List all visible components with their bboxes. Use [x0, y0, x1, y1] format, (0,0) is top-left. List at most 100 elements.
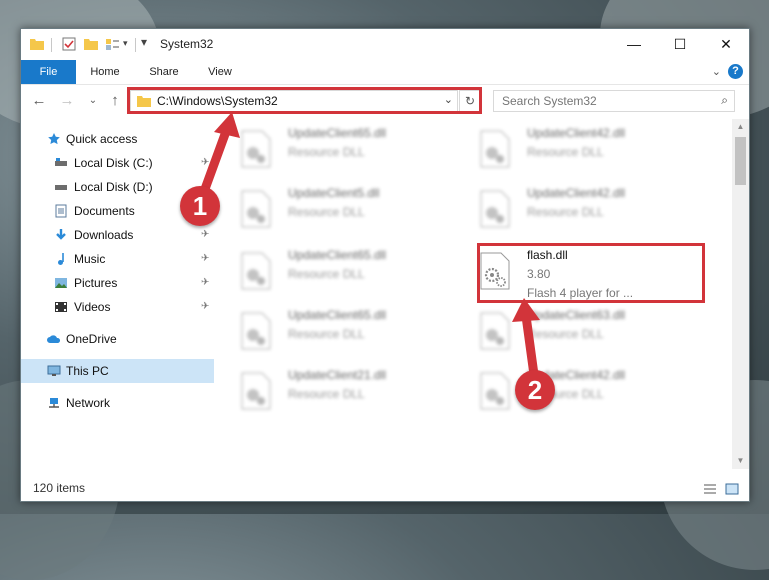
- sidebar-item-label: This PC: [66, 364, 109, 378]
- file-description: Resource DLL: [288, 387, 365, 401]
- network-icon: [49, 398, 59, 408]
- sidebar-item-label: Quick access: [66, 132, 138, 146]
- file-description: Resource DLL: [527, 327, 604, 341]
- picture-icon: [55, 278, 67, 288]
- file-item[interactable]: UpdateClient63.dll Resource DLL: [463, 305, 683, 353]
- pin-icon[interactable]: ✈: [201, 223, 209, 247]
- flash-dll-highlight-box: [477, 243, 705, 303]
- sidebar-item-videos[interactable]: Videos ✈: [21, 295, 214, 319]
- file-name: UpdateClient65.dll: [288, 308, 387, 322]
- large-icons-view-icon[interactable]: [725, 483, 739, 495]
- dll-file-icon: [480, 130, 510, 168]
- drive-icon: [55, 158, 67, 166]
- sidebar-item-this-pc[interactable]: This PC: [21, 359, 214, 383]
- cloud-icon: [47, 335, 61, 343]
- ribbon-tabs: File Home Share View ⌄ ?: [21, 60, 749, 85]
- sidebar-item-network[interactable]: Network: [21, 391, 214, 415]
- file-description: Resource DLL: [288, 267, 365, 281]
- sidebar-item-label: Network: [66, 396, 111, 410]
- search-icon[interactable]: ⌕: [721, 93, 728, 108]
- sidebar-item-label: Music: [74, 252, 106, 266]
- dll-file-icon: [480, 190, 510, 228]
- file-item[interactable]: UpdateClient5.dll Resource DLL: [224, 183, 444, 231]
- item-count: 120 items: [33, 481, 86, 495]
- sidebar-item-label: Videos: [74, 300, 111, 314]
- dropdown-arrow-icon[interactable]: ▾: [141, 35, 147, 49]
- sidebar-item-pictures[interactable]: Pictures ✈: [21, 271, 214, 295]
- download-icon: [56, 229, 66, 240]
- file-name: UpdateClient5.dll: [288, 186, 380, 200]
- new-folder-icon[interactable]: [83, 36, 99, 52]
- maximize-button[interactable]: ☐: [657, 29, 703, 59]
- status-bar: 120 items: [21, 477, 749, 501]
- sidebar-item-music[interactable]: Music ✈: [21, 247, 214, 271]
- file-name: UpdateClient65.dll: [288, 126, 387, 140]
- close-button[interactable]: ✕: [703, 29, 749, 59]
- pin-icon[interactable]: ✈: [201, 151, 209, 175]
- title-separator: [51, 38, 52, 52]
- forward-button[interactable]: →: [57, 92, 77, 110]
- navigation-bar: ← → ⌄ ↑ C:\Windows\System32 ⌄ ↻ ⌕: [21, 85, 749, 117]
- dll-file-icon: [241, 130, 271, 168]
- file-item[interactable]: UpdateClient65.dll Resource DLL: [224, 305, 444, 353]
- tab-home[interactable]: Home: [83, 60, 127, 84]
- dll-file-icon: [241, 252, 271, 290]
- file-item[interactable]: UpdateClient42.dll Resource DLL: [463, 123, 683, 171]
- sidebar-item-onedrive[interactable]: OneDrive: [21, 327, 214, 351]
- dll-file-icon: [480, 312, 510, 350]
- details-view-icon[interactable]: [703, 483, 717, 495]
- scroll-down-icon[interactable]: ▼: [732, 453, 749, 469]
- document-icon: [55, 204, 67, 218]
- chevron-down-icon[interactable]: ▾: [123, 38, 128, 49]
- sidebar-item-local-disk-c[interactable]: Local Disk (C:) ✈: [21, 151, 214, 175]
- computer-icon: [47, 365, 61, 376]
- help-icon[interactable]: ?: [728, 64, 743, 79]
- search-input[interactable]: [500, 93, 714, 109]
- dll-file-icon: [241, 312, 271, 350]
- tab-view[interactable]: View: [199, 60, 241, 84]
- folder-icon: [30, 39, 44, 50]
- sidebar-item-label: Documents: [74, 204, 135, 218]
- file-list: UpdateClient65.dll Resource DLL UpdateCl…: [224, 119, 732, 469]
- file-description: Resource DLL: [288, 205, 365, 219]
- properties-icon[interactable]: [61, 36, 77, 52]
- step-callout-2: 2: [515, 370, 555, 410]
- back-button[interactable]: ←: [29, 92, 49, 110]
- video-icon: [55, 302, 67, 312]
- star-icon: [48, 133, 60, 145]
- ribbon-expand-icon[interactable]: ⌄: [712, 65, 721, 78]
- dll-file-icon: [241, 190, 271, 228]
- scrollbar-thumb[interactable]: [735, 137, 746, 185]
- search-box[interactable]: ⌕: [493, 90, 735, 112]
- recent-locations-button[interactable]: ⌄: [83, 92, 103, 110]
- step-callout-1: 1: [180, 186, 220, 226]
- file-item[interactable]: UpdateClient65.dll Resource DLL: [224, 245, 444, 293]
- file-name: UpdateClient21.dll: [288, 368, 387, 382]
- tab-file[interactable]: File: [21, 60, 76, 84]
- file-description: Resource DLL: [527, 205, 604, 219]
- address-highlight-box: [127, 87, 482, 114]
- up-button[interactable]: ↑: [105, 92, 125, 110]
- sidebar-item-quick-access[interactable]: Quick access: [21, 127, 214, 151]
- file-description: Resource DLL: [288, 145, 365, 159]
- dll-file-icon: [480, 372, 510, 410]
- dll-file-icon: [241, 372, 271, 410]
- pin-icon[interactable]: ✈: [201, 247, 209, 271]
- file-item[interactable]: UpdateClient42.dll Resource DLL: [463, 183, 683, 231]
- file-description: Resource DLL: [527, 145, 604, 159]
- minimize-button[interactable]: —: [611, 29, 657, 59]
- sidebar-item-downloads[interactable]: Downloads ✈: [21, 223, 214, 247]
- file-item[interactable]: UpdateClient65.dll Resource DLL: [224, 123, 444, 171]
- file-description: Resource DLL: [288, 327, 365, 341]
- scroll-up-icon[interactable]: ▲: [732, 119, 749, 135]
- file-item[interactable]: UpdateClient42.dll Resource DLL: [463, 365, 683, 413]
- vertical-scrollbar[interactable]: ▲ ▼: [732, 119, 749, 469]
- pin-icon[interactable]: ✈: [201, 271, 209, 295]
- file-name: UpdateClient42.dll: [527, 126, 626, 140]
- file-explorer-window: ▾ ▾ System32 — ☐ ✕ File Home Share View …: [20, 28, 750, 502]
- file-item[interactable]: UpdateClient21.dll Resource DLL: [224, 365, 444, 413]
- file-name: UpdateClient63.dll: [527, 308, 626, 322]
- quick-access-customize-icon[interactable]: [105, 36, 121, 52]
- pin-icon[interactable]: ✈: [201, 295, 209, 319]
- tab-share[interactable]: Share: [141, 60, 187, 84]
